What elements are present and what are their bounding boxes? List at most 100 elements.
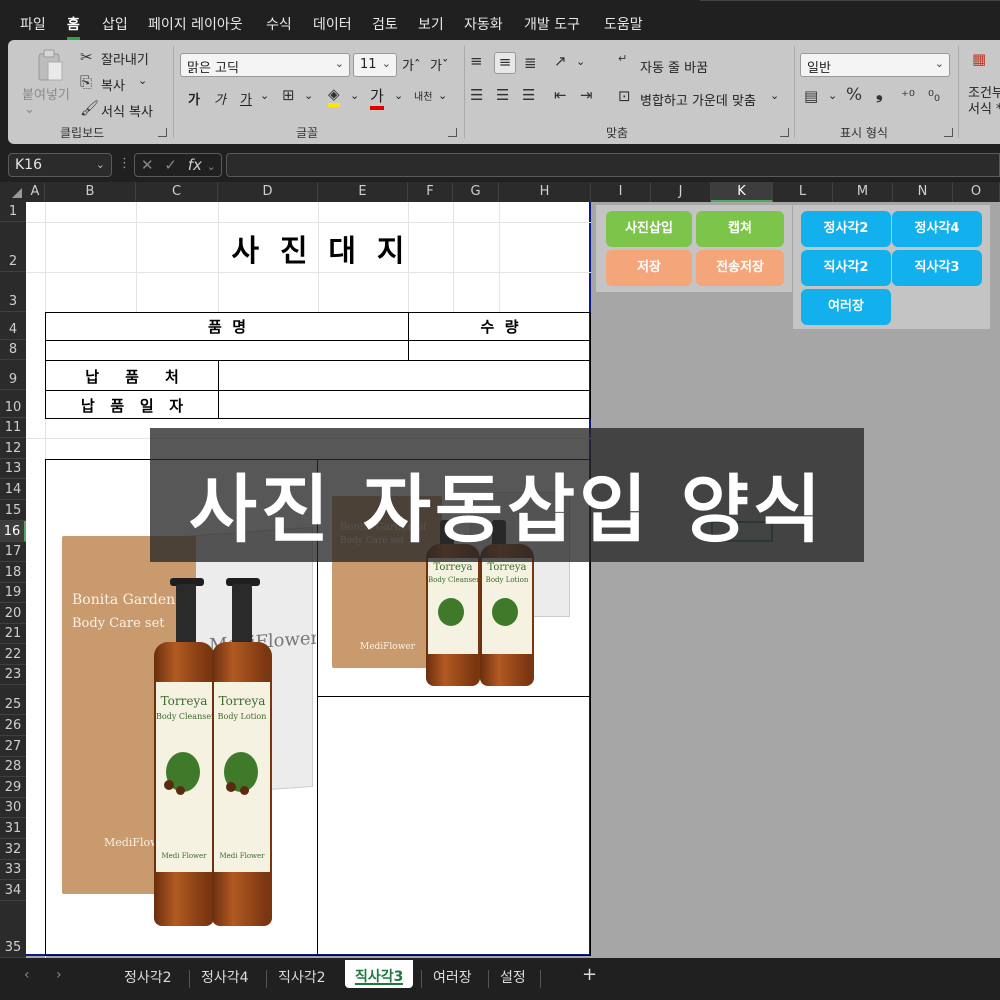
align-top-icon[interactable]: ≡ <box>470 52 483 70</box>
column-header[interactable]: L <box>773 182 833 202</box>
copy-button[interactable]: 복사 <box>101 75 125 94</box>
row-header[interactable]: 32 <box>0 839 26 860</box>
fill-dropdown-icon[interactable]: ⌄ <box>350 89 359 102</box>
font-name-select[interactable]: 맑은 고딕 ⌄ <box>180 53 350 77</box>
phonetic-dropdown-icon[interactable]: ⌄ <box>438 89 447 102</box>
border-icon[interactable]: ⊞ <box>282 86 295 104</box>
row-header[interactable]: 20 <box>0 603 26 624</box>
menu-file[interactable]: 파일 <box>20 14 46 34</box>
row-header[interactable]: 15 <box>0 500 26 521</box>
bold-button[interactable]: 가 <box>188 89 200 108</box>
column-header-selected[interactable]: K <box>711 182 773 202</box>
underline-dropdown-icon[interactable]: ⌄ <box>260 89 269 102</box>
paste-icon[interactable] <box>36 48 64 82</box>
row-header[interactable]: 35 <box>0 901 26 958</box>
row-header[interactable]: 13 <box>0 459 26 479</box>
prev-sheet-icon[interactable]: ‹ <box>24 967 30 983</box>
rect2-button[interactable]: 직사각2 <box>801 250 891 286</box>
menu-automate[interactable]: 자동화 <box>464 14 503 34</box>
row-header[interactable]: 2 <box>0 222 26 272</box>
row-header[interactable]: 1 <box>0 202 26 222</box>
tab-rect3[interactable]: 직사각3 <box>345 960 414 988</box>
column-header[interactable]: G <box>453 182 499 202</box>
delivery-to-cell[interactable] <box>218 360 591 391</box>
column-header[interactable]: B <box>45 182 136 202</box>
increase-decimal-icon[interactable]: ⁺⁰ <box>901 87 915 105</box>
percent-icon[interactable]: % <box>846 85 862 105</box>
menu-developer[interactable]: 개발 도구 <box>524 14 580 34</box>
row-header[interactable]: 33 <box>0 860 26 880</box>
currency-dropdown-icon[interactable]: ⌄ <box>828 89 837 102</box>
column-header[interactable]: H <box>499 182 591 202</box>
align-center-icon[interactable]: ☰ <box>496 86 509 104</box>
clipboard-launcher-icon[interactable] <box>158 128 167 137</box>
delivery-date-cell[interactable] <box>218 390 591 419</box>
row-header[interactable]: 10 <box>0 390 26 418</box>
next-sheet-icon[interactable]: › <box>56 967 62 983</box>
wrap-text-button[interactable]: 자동 줄 바꿈 <box>640 57 708 76</box>
menu-help[interactable]: 도움말 <box>604 14 643 34</box>
currency-icon[interactable]: ▤ <box>804 87 818 105</box>
enter-icon[interactable]: ✓ <box>164 156 177 174</box>
add-sheet-icon[interactable]: + <box>582 964 597 985</box>
insert-photo-button[interactable]: 사진삽입 <box>606 211 692 247</box>
row-header[interactable]: 31 <box>0 818 26 839</box>
font-color-icon[interactable]: 가 <box>370 85 384 110</box>
decrease-indent-icon[interactable]: ⇤ <box>554 86 567 104</box>
menu-home[interactable]: 홈 <box>67 14 80 40</box>
copy-dropdown-icon[interactable]: ⌄ <box>138 74 147 87</box>
row-header[interactable]: 30 <box>0 798 26 818</box>
scissors-icon[interactable]: ✂ <box>80 48 93 66</box>
formula-input[interactable] <box>226 153 1000 177</box>
merge-center-button[interactable]: 병합하고 가운데 맞춤 <box>640 90 756 109</box>
column-header[interactable]: M <box>833 182 893 202</box>
tab-rect2[interactable]: 직사각2 <box>278 967 326 987</box>
row-header[interactable]: 8 <box>0 340 26 360</box>
alignment-launcher-icon[interactable] <box>780 128 789 137</box>
name-box[interactable]: K16 ⌄ <box>8 153 112 177</box>
font-size-select[interactable]: 11 ⌄ <box>353 53 397 77</box>
align-bottom-icon[interactable]: ≣ <box>524 54 537 72</box>
conditional-format-icon[interactable]: ▦ <box>972 50 986 68</box>
menu-view[interactable]: 보기 <box>418 14 444 34</box>
tab-multi[interactable]: 여러장 <box>433 967 472 987</box>
column-header[interactable]: O <box>953 182 1000 202</box>
shrink-font-icon[interactable]: 가ˇ <box>430 55 448 74</box>
save-button[interactable]: 저장 <box>606 250 692 286</box>
fill-color-icon[interactable]: ◈ <box>328 85 340 107</box>
row-header[interactable]: 28 <box>0 757 26 777</box>
row-header[interactable]: 9 <box>0 360 26 390</box>
row-header[interactable]: 19 <box>0 583 26 603</box>
row-header[interactable]: 29 <box>0 777 26 798</box>
merge-dropdown-icon[interactable]: ⌄ <box>770 89 779 102</box>
font-launcher-icon[interactable] <box>448 128 457 137</box>
menu-data[interactable]: 데이터 <box>313 14 352 34</box>
photo-frame-bottom-right[interactable] <box>317 696 591 956</box>
row-header[interactable]: 18 <box>0 562 26 583</box>
italic-button[interactable]: 가 <box>214 89 226 108</box>
row-header[interactable]: 34 <box>0 880 26 901</box>
chevron-down-icon[interactable]: ⌄ <box>207 160 216 173</box>
decrease-decimal-icon[interactable]: ⁰₀ <box>928 87 940 105</box>
align-middle-icon[interactable]: ≡ <box>494 52 516 74</box>
column-header[interactable]: E <box>318 182 408 202</box>
row-header[interactable]: 17 <box>0 542 26 562</box>
worksheet[interactable]: 사 진 대 지 품 명 수 량 납 품 처 납 품 일 자 Bonita Gar… <box>26 202 1000 958</box>
rect3-button[interactable]: 직사각3 <box>892 250 982 286</box>
format-painter-button[interactable]: 서식 복사 <box>101 101 153 120</box>
row-header[interactable]: 22 <box>0 644 26 665</box>
comma-icon[interactable]: ❟ <box>876 84 883 104</box>
row-header[interactable]: 4 <box>0 312 26 340</box>
column-header[interactable]: F <box>408 182 453 202</box>
underline-button[interactable]: 가 <box>240 89 252 108</box>
menu-insert[interactable]: 삽입 <box>102 14 128 34</box>
column-header[interactable]: N <box>893 182 953 202</box>
wrap-text-icon[interactable]: ↵ <box>618 52 627 65</box>
column-header[interactable]: A <box>26 182 45 202</box>
cancel-icon[interactable]: ✕ <box>141 156 154 174</box>
row-header[interactable]: 12 <box>0 438 26 459</box>
multi-button[interactable]: 여러장 <box>801 289 891 325</box>
select-all-icon[interactable] <box>0 182 26 202</box>
font-color-dropdown-icon[interactable]: ⌄ <box>394 89 403 102</box>
send-save-button[interactable]: 전송저장 <box>696 250 784 286</box>
